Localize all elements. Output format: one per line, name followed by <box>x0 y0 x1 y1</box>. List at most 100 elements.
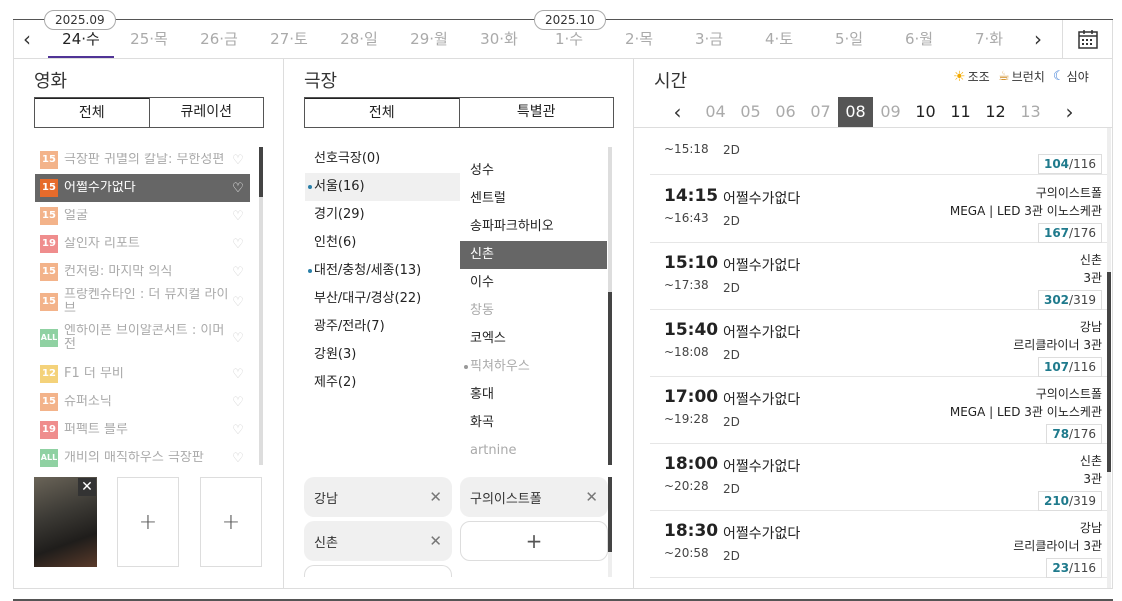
heart-icon[interactable]: ♡ <box>230 367 246 382</box>
movie-item[interactable]: ALL 엔하이픈 브이알콘서트 : 이머전 ♡ <box>35 322 250 354</box>
close-icon[interactable]: ✕ <box>78 478 96 496</box>
hour-item[interactable]: 11 <box>943 97 978 127</box>
date-item[interactable]: 25·목 <box>118 20 180 58</box>
chevron-left-icon[interactable]: ‹ <box>14 20 40 58</box>
heart-icon[interactable]: ♡ <box>230 181 246 196</box>
heart-icon[interactable]: ♡ <box>230 423 246 438</box>
hour-item[interactable]: 12 <box>978 97 1013 127</box>
movie-item[interactable]: 15 슈퍼소닉 ♡ <box>35 388 250 416</box>
chip-scroll-thumb[interactable] <box>608 477 612 552</box>
chevron-right-icon[interactable]: › <box>1052 97 1087 127</box>
region-item[interactable]: 강원(3) <box>305 341 460 369</box>
chevron-right-icon[interactable]: › <box>1025 20 1051 58</box>
movie-item[interactable]: 15 컨저링: 마지막 의식 ♡ <box>35 258 250 286</box>
showtime-row[interactable]: 15:40 ~18:08 어쩔수가없다 2D 강남 르리클라이너 3관 107/1… <box>650 310 1110 377</box>
hour-item[interactable]: 10 <box>908 97 943 127</box>
region-item[interactable]: 제주(2) <box>305 369 460 397</box>
hour-item[interactable]: 09 <box>873 97 908 127</box>
theater-scroll-thumb[interactable] <box>608 292 612 465</box>
movie-item[interactable]: ALL 개비의 매직하우스 극장판 ♡ <box>35 444 250 472</box>
theater-item[interactable]: 이수 <box>460 269 607 297</box>
date-item[interactable]: 7·화 <box>958 20 1020 58</box>
close-icon[interactable]: ✕ <box>429 532 442 550</box>
hour-item[interactable]: 06 <box>768 97 803 127</box>
theater-item[interactable]: 신촌 <box>460 241 607 269</box>
showtime-row[interactable]: ~15:18 2D 104/116 <box>650 128 1110 175</box>
date-item[interactable]: 27·토 <box>258 20 320 58</box>
date-item[interactable]: 30·화 <box>468 20 530 58</box>
movie-item[interactable]: 19 퍼펙트 블루 ♡ <box>35 416 250 444</box>
theater-item[interactable]: 성수 <box>460 157 607 185</box>
heart-icon[interactable]: ♡ <box>230 153 246 168</box>
close-icon[interactable]: ✕ <box>429 488 442 506</box>
heart-icon[interactable]: ♡ <box>230 265 246 280</box>
movie-item[interactable]: 15 어쩔수가없다 ♡ <box>35 174 250 202</box>
date-item[interactable]: 24·수 <box>48 20 114 58</box>
heart-icon[interactable]: ♡ <box>230 237 246 252</box>
theater-item[interactable]: artnine <box>460 437 607 465</box>
date-item[interactable]: 2·목 <box>608 20 670 58</box>
theater-item[interactable]: 픽쳐하우스 <box>460 353 607 381</box>
heart-icon[interactable]: ♡ <box>230 331 246 346</box>
date-item[interactable]: 26·금 <box>188 20 250 58</box>
panel-bottom-line <box>13 588 1113 589</box>
format: 2D <box>723 214 740 228</box>
region-item[interactable]: 서울(16) <box>305 173 460 201</box>
hall-name: 3관 <box>1083 271 1102 285</box>
region-item[interactable]: 경기(29) <box>305 201 460 229</box>
movie-item[interactable]: 15 프랑켄슈타인 : 더 뮤지컬 라이브 ♡ <box>35 286 250 318</box>
tab-all[interactable]: 전체 <box>35 98 149 127</box>
date-item[interactable]: 1·수 <box>538 20 600 58</box>
theater-item[interactable]: 송파파크하비오 <box>460 213 607 241</box>
date-item[interactable]: 3·금 <box>678 20 740 58</box>
tab-all[interactable]: 전체 <box>305 98 459 127</box>
theater-item[interactable]: 코엑스 <box>460 325 607 353</box>
add-theater-slot[interactable] <box>304 565 452 577</box>
showtime-row[interactable]: 14:15 ~16:43 어쩔수가없다 2D 구의이스트폴 MEGA | LED … <box>650 176 1110 243</box>
hour-item[interactable]: 07 <box>803 97 838 127</box>
region-item[interactable]: 광주/전라(7) <box>305 313 460 341</box>
calendar-button[interactable] <box>1062 20 1112 58</box>
showtime-row[interactable]: 15:10 ~17:38 어쩔수가없다 2D 신촌 3관 302/319 <box>650 243 1110 310</box>
showtime-row[interactable]: 18:00 ~20:28 어쩔수가없다 2D 신촌 3관 210/319 <box>650 444 1110 511</box>
date-item[interactable]: 4·토 <box>748 20 810 58</box>
showtime-scroll-thumb[interactable] <box>1107 272 1111 472</box>
hour-item[interactable]: 05 <box>733 97 768 127</box>
theater-item[interactable]: 홍대 <box>460 381 607 409</box>
date-item[interactable]: 28·일 <box>328 20 390 58</box>
seats-left: 302 <box>1043 293 1070 307</box>
movie-item[interactable]: 12 F1 더 무비 ♡ <box>35 360 250 388</box>
movie-item[interactable]: 19 살인자 리포트 ♡ <box>35 230 250 258</box>
heart-icon[interactable]: ♡ <box>230 395 246 410</box>
theater-item[interactable]: 창동 <box>460 297 607 325</box>
tab-curation[interactable]: 큐레이션 <box>148 98 263 127</box>
region-item[interactable]: 부산/대구/경상(22) <box>305 285 460 313</box>
heart-icon[interactable]: ♡ <box>230 295 246 310</box>
region-item[interactable]: 인천(6) <box>305 229 460 257</box>
showtime-row[interactable]: 18:30 ~20:58 어쩔수가없다 2D 강남 르리클라이너 3관 23/11… <box>650 511 1110 578</box>
movie-scroll-thumb[interactable] <box>259 147 263 197</box>
hour-item[interactable]: 08 <box>838 97 873 127</box>
heart-icon[interactable]: ♡ <box>230 451 246 466</box>
seat-count: 302/319 <box>1037 290 1102 310</box>
seats-left: 104 <box>1043 157 1070 171</box>
region-item[interactable]: 선호극장(0) <box>305 145 460 173</box>
close-icon[interactable]: ✕ <box>585 488 598 506</box>
movie-item[interactable]: 15 극장판 귀멸의 칼날: 무한성편 ♡ <box>35 146 250 174</box>
movie-item[interactable]: 15 얼굴 ♡ <box>35 202 250 230</box>
add-theater-button[interactable]: + <box>460 521 608 561</box>
hour-item[interactable]: 13 <box>1013 97 1048 127</box>
date-item[interactable]: 5·일 <box>818 20 880 58</box>
date-item[interactable]: 6·월 <box>888 20 950 58</box>
theater-item[interactable]: 센트럴 <box>460 185 607 213</box>
date-item[interactable]: 29·월 <box>398 20 460 58</box>
region-item[interactable]: 대전/충청/세종(13) <box>305 257 460 285</box>
heart-icon[interactable]: ♡ <box>230 209 246 224</box>
tab-special[interactable]: 특별관 <box>458 98 613 127</box>
hour-item[interactable]: 04 <box>698 97 733 127</box>
add-movie-slot[interactable]: + <box>117 477 179 567</box>
theater-item[interactable]: 화곡 <box>460 409 607 437</box>
chevron-left-icon[interactable]: ‹ <box>660 97 695 127</box>
add-movie-slot[interactable]: + <box>200 477 262 567</box>
showtime-row[interactable]: 17:00 ~19:28 어쩔수가없다 2D 구의이스트폴 MEGA | LED … <box>650 377 1110 444</box>
